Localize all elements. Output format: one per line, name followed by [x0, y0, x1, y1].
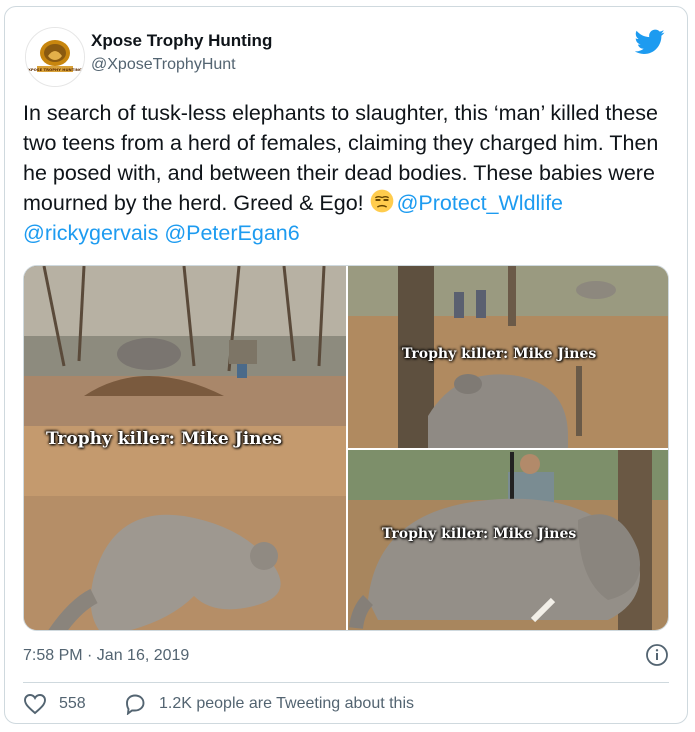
tweet-text: In search of tusk-less elephants to slau…	[23, 98, 671, 248]
conversation-button[interactable]: 1.2K people are Tweeting about this	[123, 691, 414, 717]
display-name[interactable]: Xpose Trophy Hunting	[91, 31, 272, 51]
handle[interactable]: @XposeTrophyHunt	[91, 56, 236, 74]
tweet-card: XPOSE TROPHY HUNTING Xpose Trophy Huntin…	[4, 6, 688, 724]
mention-protect-wldlife[interactable]: @Protect_Wldlife	[397, 191, 563, 215]
avatar[interactable]: XPOSE TROPHY HUNTING	[25, 27, 85, 87]
photo-left-caption: Trophy killer: Mike Jines	[46, 429, 282, 449]
speech-bubble-icon	[126, 694, 145, 715]
photo-top-right-caption: Trophy killer: Mike Jines	[402, 346, 597, 362]
mention-peteregan6[interactable]: @PeterEgan6	[164, 221, 299, 245]
photo-left[interactable]: Trophy killer: Mike Jines	[24, 266, 346, 630]
twitter-bird-icon[interactable]	[635, 29, 665, 55]
heart-icon	[24, 694, 46, 715]
photo-top-right[interactable]: Trophy killer: Mike Jines	[348, 266, 668, 448]
photo-bottom-right-caption: Trophy killer: Mike Jines	[382, 526, 577, 542]
photo-bottom-right[interactable]: Trophy killer: Mike Jines	[348, 450, 668, 630]
media-grid: Trophy killer: Mike Jines Trophy killer:…	[23, 265, 669, 631]
unamused-face-icon	[370, 189, 393, 213]
like-button[interactable]: 558	[23, 691, 86, 717]
conversation-text: 1.2K people are Tweeting about this	[159, 695, 414, 712]
tweet-timestamp[interactable]: 7:58 PM · Jan 16, 2019	[23, 647, 189, 665]
tweet-header: XPOSE TROPHY HUNTING Xpose Trophy Huntin…	[23, 21, 669, 87]
mention-rickygervais[interactable]: @rickygervais	[23, 221, 158, 245]
divider	[23, 682, 669, 683]
like-count: 558	[59, 695, 86, 712]
tweet-body: In search of tusk-less elephants to slau…	[23, 101, 659, 215]
avatar-logo: XPOSE TROPHY HUNTING	[26, 28, 84, 86]
info-icon[interactable]	[645, 643, 669, 667]
avatar-lettering: XPOSE TROPHY HUNTING	[28, 67, 82, 72]
